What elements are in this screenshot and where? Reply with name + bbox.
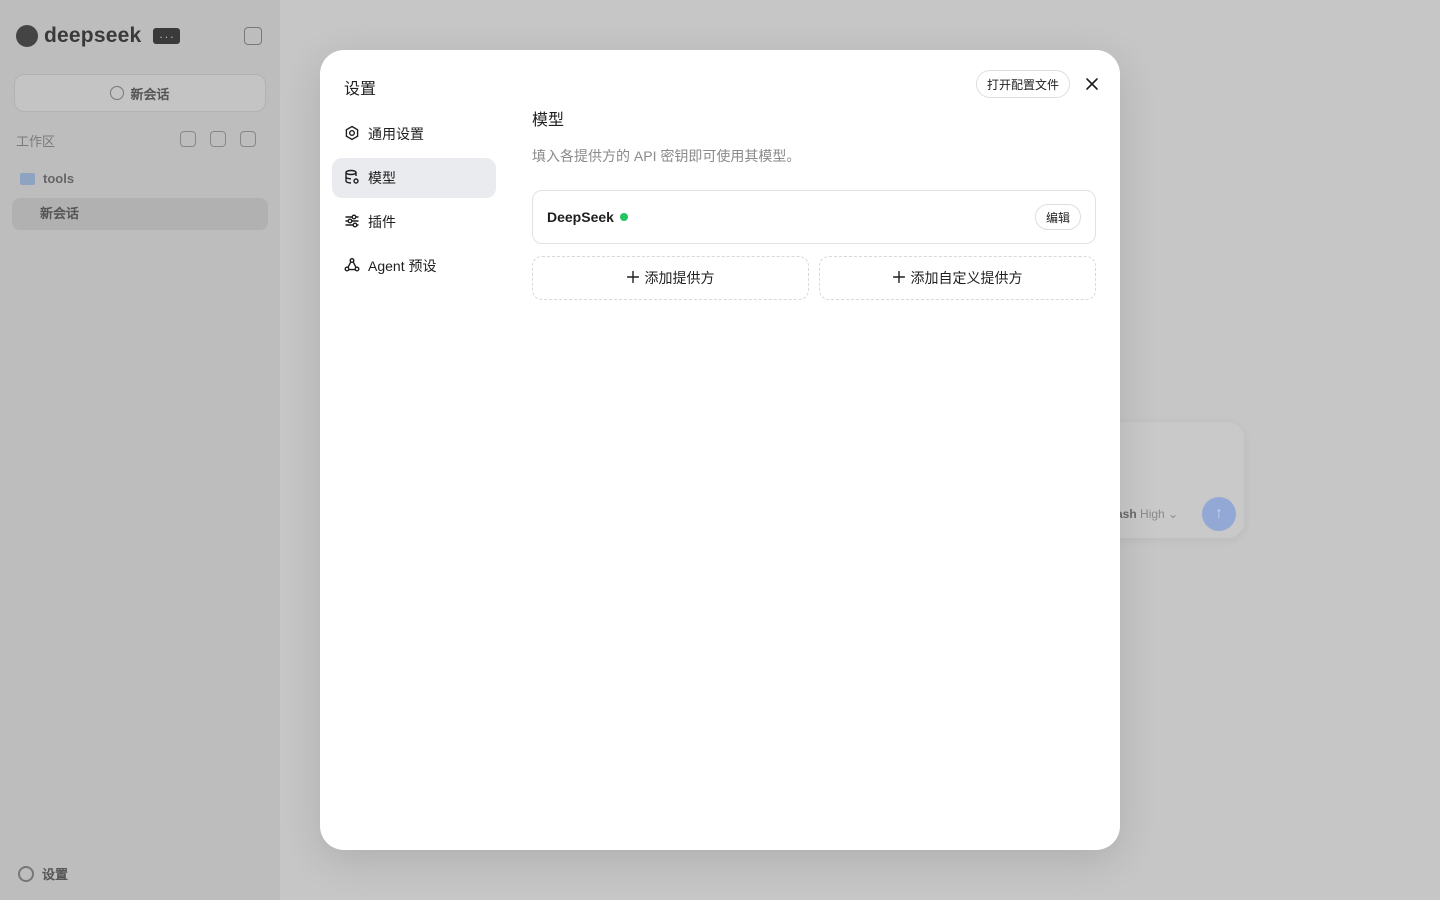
nav-item-label: 通用设置 bbox=[368, 126, 424, 142]
nav-item-models[interactable]: 模型 bbox=[332, 158, 496, 198]
provider-name: DeepSeek bbox=[547, 209, 614, 225]
add-provider-label: 添加提供方 bbox=[644, 270, 715, 286]
sidebar: deepseek ... 新会话 工作区 tools 新会话 设置 bbox=[0, 0, 280, 900]
plus-circle-icon bbox=[110, 86, 125, 100]
agent-icon bbox=[344, 257, 360, 276]
brand-name: deepseek bbox=[44, 24, 142, 47]
grid-icon[interactable] bbox=[210, 131, 226, 147]
sidebar-settings-button[interactable]: 设置 bbox=[18, 864, 68, 883]
modal-title: 设置 bbox=[344, 81, 377, 98]
version-badge: ... bbox=[153, 28, 180, 44]
effort-level: High bbox=[1140, 507, 1165, 521]
database-icon bbox=[344, 169, 360, 188]
plus-icon bbox=[626, 270, 639, 286]
folder-icon bbox=[20, 172, 35, 185]
nav-item-label: 插件 bbox=[368, 214, 396, 230]
workspace-label: 工作区 bbox=[16, 134, 56, 149]
models-panel: 模型 填入各提供方的 API 密钥即可使用其模型。 DeepSeek 编辑 添加… bbox=[532, 106, 1096, 300]
collapse-sidebar-icon[interactable] bbox=[244, 27, 262, 45]
nav-item-label: 模型 bbox=[368, 170, 396, 186]
add-custom-provider-button[interactable]: 添加自定义提供方 bbox=[819, 256, 1096, 300]
gear-icon bbox=[344, 125, 360, 144]
nav-item-plugins[interactable]: 插件 bbox=[332, 202, 496, 242]
status-indicator bbox=[619, 213, 628, 221]
settings-nav: 通用设置 模型 插件 Agent 预设 bbox=[332, 114, 496, 290]
add-provider-button[interactable]: 添加提供方 bbox=[532, 256, 809, 300]
add-custom-provider-label: 添加自定义提供方 bbox=[910, 270, 1023, 286]
nav-item-agent-presets[interactable]: Agent 预设 bbox=[332, 246, 496, 286]
nav-item-general[interactable]: 通用设置 bbox=[332, 114, 496, 154]
arrow-up-icon: ↑ bbox=[1215, 505, 1223, 522]
edit-provider-button[interactable]: 编辑 bbox=[1034, 204, 1081, 230]
new-chat-button[interactable]: 新会话 bbox=[14, 74, 266, 112]
new-folder-icon[interactable] bbox=[240, 131, 256, 147]
whale-logo-icon bbox=[16, 25, 38, 47]
session-item[interactable]: 新会话 bbox=[12, 198, 268, 230]
sliders-icon bbox=[344, 213, 360, 232]
add-provider-row: 添加提供方 添加自定义提供方 bbox=[532, 256, 1096, 300]
section-title: 模型 bbox=[532, 112, 565, 129]
provider-card: DeepSeek 编辑 bbox=[532, 190, 1096, 244]
plus-icon bbox=[892, 270, 905, 286]
provider-name-group: DeepSeek bbox=[547, 209, 628, 225]
section-description: 填入各提供方的 API 密钥即可使用其模型。 bbox=[532, 148, 801, 164]
new-chat-label: 新会话 bbox=[130, 86, 170, 102]
folder-name: tools bbox=[43, 171, 75, 186]
close-icon[interactable] bbox=[1082, 74, 1102, 94]
send-button[interactable]: ↑ bbox=[1202, 497, 1236, 531]
nav-item-label: Agent 预设 bbox=[368, 258, 437, 274]
chevron-down-icon: ⌄ bbox=[1168, 507, 1179, 521]
brand-logo: deepseek ... bbox=[16, 24, 180, 48]
settings-modal: 设置 打开配置文件 通用设置 模型 插件 Agent 预设 模型 填入各提供方的… bbox=[320, 50, 1120, 850]
gear-icon bbox=[18, 865, 34, 882]
model-selector[interactable]: ash High ⌄ bbox=[1116, 507, 1178, 521]
folder-item[interactable]: tools bbox=[20, 171, 74, 186]
sidebar-settings-label: 设置 bbox=[42, 867, 69, 882]
workspace-actions bbox=[180, 131, 256, 147]
search-icon[interactable] bbox=[180, 131, 196, 147]
open-config-file-button[interactable]: 打开配置文件 bbox=[976, 70, 1071, 98]
